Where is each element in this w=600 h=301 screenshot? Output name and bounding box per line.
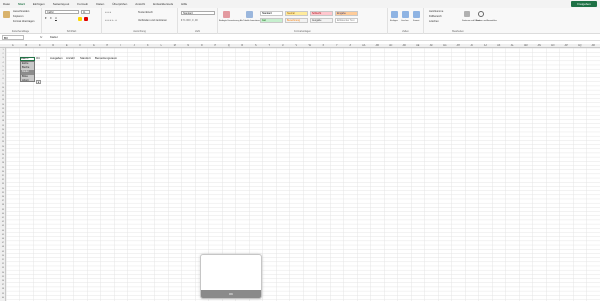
wrap-text-button[interactable]: Textumbruch — [138, 11, 153, 14]
cell-style-option[interactable]: Neutral — [285, 11, 308, 16]
header-cell[interactable]: Ausgaben — [50, 56, 63, 60]
editing-group: AutoSumme Füllbereich Löschen Sortieren … — [424, 8, 497, 34]
popup-ok-button[interactable]: OK — [201, 290, 261, 298]
format-cells-button[interactable]: Format — [413, 20, 419, 23]
popup-dialog: OK — [200, 254, 262, 299]
cells-group: Einfügen Löschen Format Zellen — [388, 8, 424, 34]
insert-cells-icon[interactable] — [391, 11, 398, 18]
find-select-button[interactable]: Suchen und Auswählen — [476, 20, 497, 23]
cell-style-option[interactable]: Standard — [260, 11, 283, 16]
delete-cells-button[interactable]: Löschen — [401, 20, 409, 23]
dropdown-option[interactable]: Ahorn — [21, 79, 34, 83]
formula-bar: B3 fx Kiefer — [0, 34, 600, 41]
cell-grid[interactable] — [6, 48, 600, 301]
format-as-table-button[interactable]: Als Tabelle formatieren — [240, 20, 260, 23]
ribbon: Ausschneiden Kopieren Format übertragen … — [0, 8, 600, 34]
fill-color-icon[interactable] — [78, 17, 82, 21]
align-icons[interactable]: ≡ ≡ ≡ — [105, 11, 111, 14]
alignment-group: Textumbruch Verbinden und zentrieren ≡ ≡… — [102, 8, 178, 34]
copy-button[interactable]: Kopieren — [13, 15, 23, 18]
header-cell[interactable]: Anzahl — [66, 56, 75, 60]
menu-bar: Datei Start Einfügen Seitenlayout Formeln Dat… — [0, 0, 600, 9]
number-format-icons[interactable]: € % 000 ,0 ,00 — [181, 19, 198, 22]
format-painter-button[interactable]: Format übertragen — [13, 20, 34, 23]
fx-icon[interactable]: fx — [40, 35, 42, 40]
underline-button[interactable]: U — [55, 17, 57, 20]
cell-style-option[interactable]: Berechnung — [285, 18, 308, 23]
dropdown-arrow-icon[interactable]: ▾ — [36, 80, 41, 84]
formula-input[interactable]: Kiefer — [50, 35, 58, 40]
paste-icon[interactable] — [3, 11, 10, 18]
spreadsheet-grid: A B C D E F G H I J K L M N O P Q R S T U V W X Y Z AA AB AC AD AE AF AG… — [0, 44, 600, 301]
bold-button[interactable]: F — [45, 17, 47, 20]
cell-style-option[interactable]: Erklärender Text — [335, 18, 358, 23]
header-cell[interactable]: Ort — [36, 56, 40, 60]
conditional-format-button[interactable]: Bedingte Formatierung — [219, 20, 239, 23]
conditional-format-icon[interactable] — [223, 11, 230, 18]
delete-cells-icon[interactable] — [402, 11, 409, 18]
clear-button[interactable]: Löschen — [429, 20, 439, 23]
font-name-select[interactable]: Calibri — [45, 10, 79, 14]
number-format-select[interactable]: Standard — [181, 11, 215, 15]
menu-tab[interactable]: Überprüfen — [109, 0, 132, 8]
cell-style-option[interactable]: Ausgabe — [310, 18, 333, 23]
cell-style-option[interactable]: Schlecht — [310, 11, 333, 16]
autosum-button[interactable]: AutoSumme — [429, 10, 443, 13]
name-box[interactable]: B3 — [2, 35, 24, 40]
fill-button[interactable]: Füllbereich — [429, 15, 442, 18]
data-validation-dropdown[interactable]: Eiche Buche Kiefer Birke Ahorn — [20, 61, 35, 82]
clipboard-group: Ausschneiden Kopieren Format übertragen … — [0, 8, 42, 34]
format-cells-icon[interactable] — [413, 11, 420, 18]
cell-style-option[interactable]: Gut — [260, 18, 283, 23]
font-group: Calibri 11 F K U Schriftart — [42, 8, 102, 34]
font-size-select[interactable]: 11 — [81, 10, 90, 14]
menu-tab[interactable]: Hilfe — [178, 0, 192, 8]
merge-center-button[interactable]: Verbinden und zentrieren — [138, 19, 167, 22]
format-as-table-icon[interactable] — [246, 11, 253, 18]
share-button[interactable]: Freigeben — [571, 1, 597, 7]
styles-group: Bedingte Formatierung Als Tabelle format… — [218, 8, 388, 34]
menu-tab[interactable]: Entwicklertools — [150, 0, 178, 8]
menu-tab[interactable]: Einfügen — [30, 0, 50, 8]
menu-tab[interactable]: Daten — [93, 0, 109, 8]
menu-tab[interactable]: Datei — [0, 0, 15, 8]
find-select-icon[interactable] — [478, 11, 484, 17]
italic-button[interactable]: K — [50, 17, 52, 20]
sort-filter-icon[interactable] — [464, 11, 470, 17]
cut-button[interactable]: Ausschneiden — [13, 10, 29, 13]
menu-tab[interactable]: Formeln — [74, 0, 93, 8]
menu-tab[interactable]: Seitenlayout — [50, 0, 75, 8]
insert-cells-button[interactable]: Einfügen — [390, 20, 398, 23]
header-cell[interactable]: Standort — [80, 56, 91, 60]
header-cell[interactable]: Bemerkungsraum — [95, 56, 117, 60]
menu-tab[interactable]: Ansicht — [132, 0, 150, 8]
indent-icons[interactable]: ≡ ≡ ≡ ⇤ ⇥ — [105, 19, 117, 22]
cell-style-option[interactable]: Eingabe — [335, 11, 358, 16]
font-color-icon[interactable] — [84, 17, 88, 21]
number-group: Standard € % 000 ,0 ,00 Zahl — [178, 8, 218, 34]
